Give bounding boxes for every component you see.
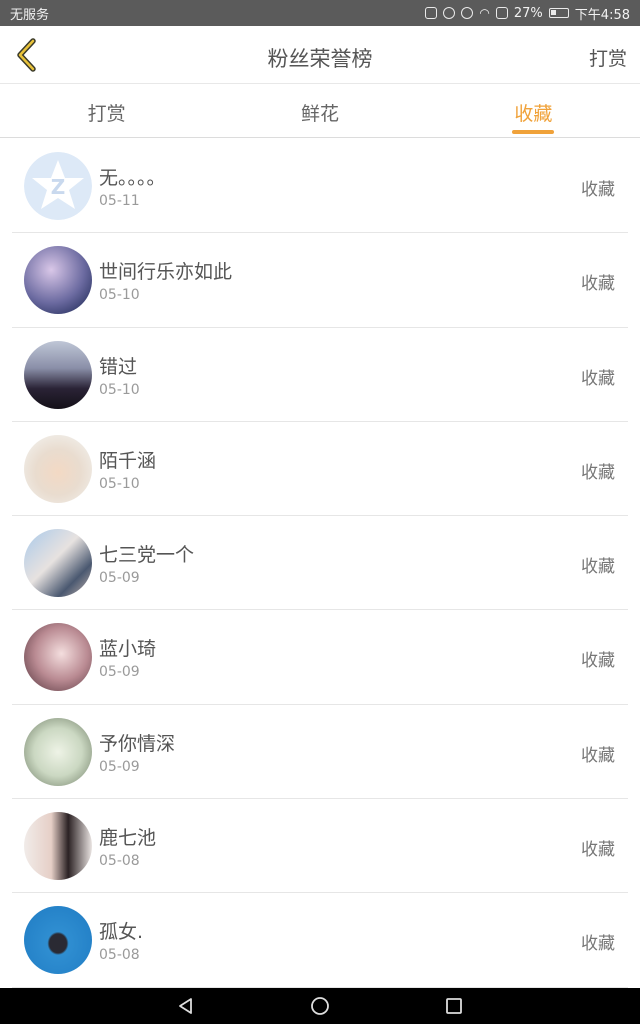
circle-home-icon (311, 997, 329, 1015)
status-bar: 无服务 ◠ 27% 下午4:58 (0, 0, 640, 26)
favorite-label: 收藏 (581, 462, 615, 483)
list-item[interactable]: 错过 05-10 收藏 (12, 328, 628, 422)
list-item[interactable]: 鹿七池 05-08 收藏 (12, 799, 628, 894)
favorite-label: 收藏 (581, 934, 615, 955)
battery-percent: 27% (513, 5, 543, 21)
fan-name: 鹿七池 (99, 827, 157, 850)
list-item[interactable]: 陌千涵 05-10 收藏 (12, 422, 628, 517)
avatar (24, 340, 92, 409)
list-item[interactable]: 世间行乐亦如此 05-10 收藏 (12, 233, 628, 328)
fan-name: 孤女. (99, 921, 144, 944)
fan-date: 05-10 (99, 381, 140, 398)
fan-date: 05-10 (99, 475, 140, 492)
favorite-label: 收藏 (581, 368, 615, 389)
triangle-back-icon (179, 998, 192, 1014)
alarm-icon (443, 7, 456, 19)
nav-back-button[interactable] (175, 995, 197, 1017)
fan-date: 05-10 (99, 287, 140, 304)
avatar (24, 246, 92, 315)
favorite-label: 收藏 (581, 651, 615, 672)
fan-name: 世间行乐亦如此 (99, 261, 233, 284)
list-item[interactable]: 七三党一个 05-09 收藏 (12, 516, 628, 611)
list-item[interactable]: Z 无。。。。 05-11 收藏 (12, 139, 628, 234)
fan-name: 蓝小琦 (99, 638, 157, 661)
fan-name: 陌千涵 (99, 449, 157, 472)
nav-home-button[interactable] (309, 995, 331, 1017)
eye-icon (461, 7, 474, 19)
wifi-icon: ◠ (479, 6, 490, 20)
fan-date: 05-09 (99, 664, 140, 681)
header: 粉丝荣誉榜 打赏 (0, 26, 640, 84)
fan-date: 05-08 (99, 947, 140, 964)
favorite-label: 收藏 (581, 840, 615, 861)
page-title: 粉丝荣誉榜 (267, 47, 373, 71)
avatar: Z (24, 152, 92, 220)
battery-icon (548, 8, 569, 18)
square-recents-icon (446, 998, 462, 1014)
tab-flowers[interactable]: 鲜花 (213, 84, 426, 137)
fan-date: 05-08 (99, 853, 140, 870)
avatar (24, 434, 92, 503)
list-item[interactable]: 予你情深 05-09 收藏 (12, 705, 628, 800)
fan-date: 05-09 (99, 758, 140, 775)
fan-name: 予你情深 (99, 732, 176, 755)
list-item[interactable]: 孤女. 05-08 收藏 (12, 893, 628, 988)
tab-reward[interactable]: 打赏 (0, 84, 213, 137)
system-nav-bar (0, 988, 640, 1024)
reward-button[interactable]: 打赏 (589, 44, 627, 71)
fan-date: 05-11 (99, 193, 140, 209)
status-icons: ◠ 27% 下午4:58 (425, 4, 630, 23)
carrier-label: 无服务 (10, 7, 50, 23)
vibrate-icon (425, 7, 438, 19)
tab-bar: 打赏 鲜花 收藏 (0, 84, 640, 138)
tab-favorites[interactable]: 收藏 (427, 84, 640, 137)
fan-name: 错过 (99, 355, 138, 378)
sim-icon (495, 7, 508, 19)
avatar (24, 906, 92, 975)
fan-date: 05-09 (99, 570, 140, 587)
nav-recents-button[interactable] (443, 995, 465, 1017)
favorite-label: 收藏 (581, 745, 615, 766)
favorite-label: 收藏 (581, 180, 615, 200)
fan-list: Z 无。。。。 05-11 收藏 世间行乐亦如此 05-10 收藏 错过 05-… (0, 139, 640, 988)
svg-text:Z: Z (51, 175, 66, 199)
avatar (24, 812, 92, 881)
list-item[interactable]: 蓝小琦 05-09 收藏 (12, 610, 628, 705)
clock: 下午4:58 (574, 7, 630, 23)
avatar (24, 623, 92, 692)
favorite-label: 收藏 (581, 274, 615, 295)
avatar (24, 529, 92, 598)
fan-name: 无。。。。 (99, 167, 166, 189)
fan-name: 七三党一个 (99, 544, 195, 567)
avatar (24, 717, 92, 786)
favorite-label: 收藏 (581, 557, 615, 578)
